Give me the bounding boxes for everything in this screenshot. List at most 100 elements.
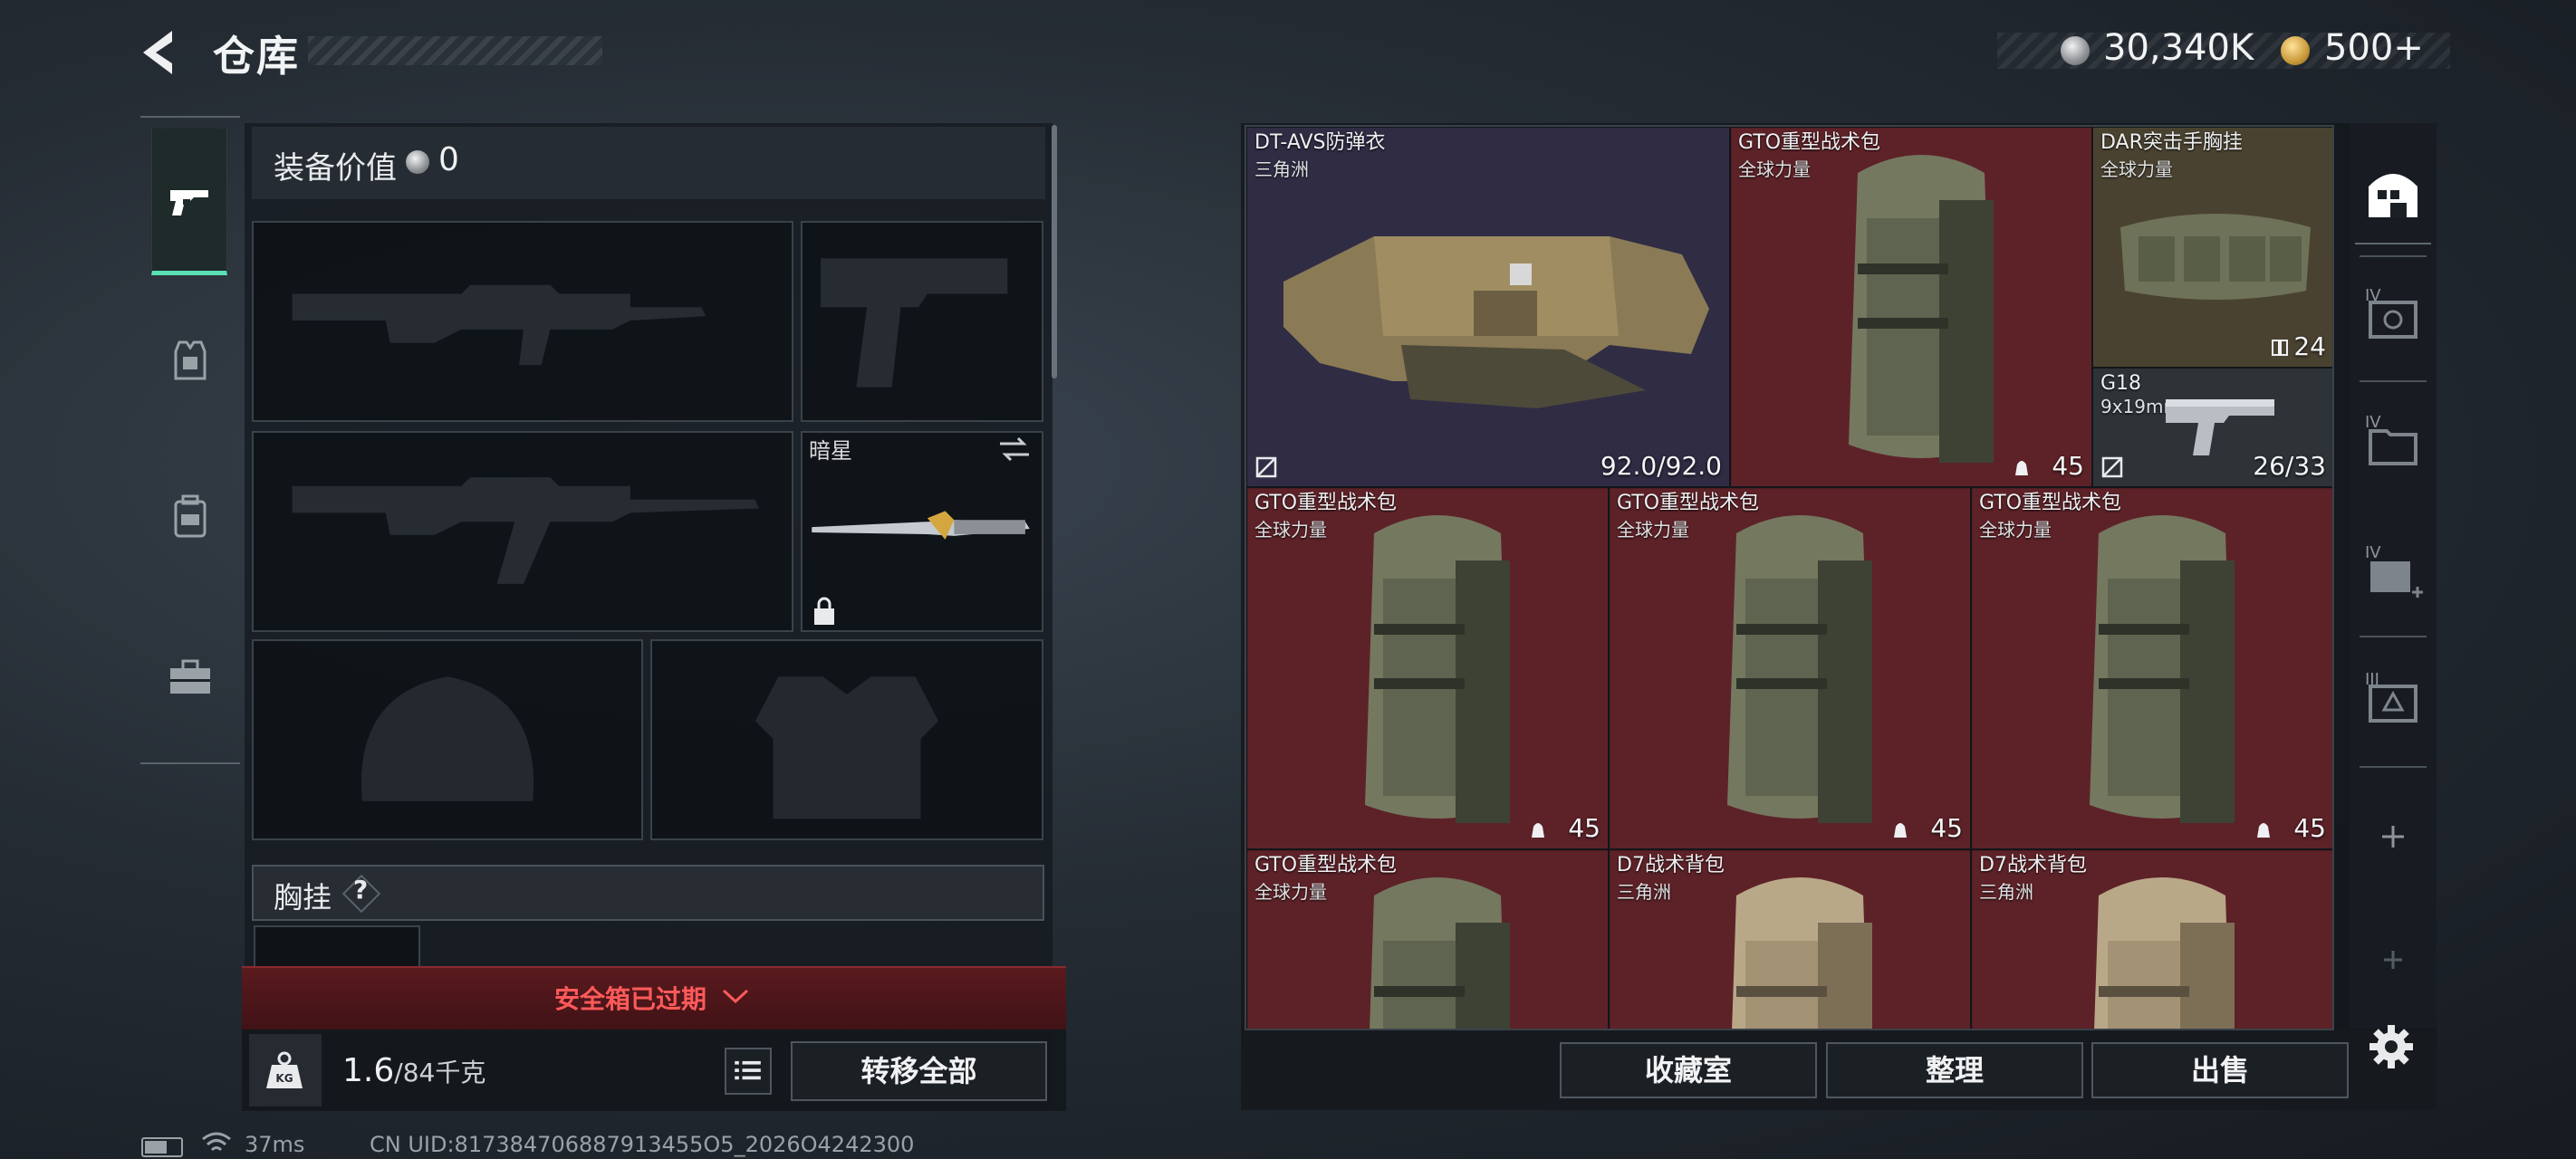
case-add-icon bbox=[2370, 561, 2423, 598]
melee-name: 暗星 bbox=[809, 438, 852, 464]
chest-rig-slot[interactable] bbox=[254, 925, 420, 967]
item-capacity: 24 bbox=[2293, 331, 2326, 361]
chevron-down-icon[interactable] bbox=[720, 985, 751, 1007]
case-icon bbox=[2369, 429, 2417, 465]
back-arrow-icon[interactable] bbox=[136, 27, 185, 78]
storage-item[interactable]: DT-AVS防弹衣 三角洲 92.0/92.0 bbox=[1246, 127, 1730, 487]
backpack-icon bbox=[1370, 877, 1510, 1029]
item-subtitle: 全球力量 bbox=[1254, 519, 1327, 541]
gear-icon[interactable] bbox=[2366, 1021, 2417, 1072]
primary-weapon-slot[interactable] bbox=[252, 221, 793, 422]
storage-item[interactable]: D7战术背包 三角洲 bbox=[1971, 849, 2332, 1029]
item-name: G18 bbox=[2100, 372, 2142, 395]
equipment-scrollbar[interactable] bbox=[1052, 125, 1057, 378]
backpack-icon bbox=[2090, 515, 2235, 823]
silver-coin-icon bbox=[406, 150, 429, 174]
backpack-icon bbox=[1365, 515, 1510, 823]
storage-item[interactable]: D7战术背包 三角洲 bbox=[1609, 849, 1971, 1029]
item-subtitle: 全球力量 bbox=[1738, 158, 1811, 180]
case-icon bbox=[2369, 685, 2417, 723]
divider bbox=[2360, 766, 2427, 768]
case-iv-plus-icon[interactable]: IV bbox=[2360, 540, 2427, 607]
storage-item[interactable]: GTO重型战术包 全球力量 bbox=[1246, 849, 1609, 1029]
repair-icon bbox=[1255, 456, 1277, 478]
item-subtitle: 三角洲 bbox=[1254, 158, 1309, 180]
tab-armor[interactable] bbox=[163, 333, 217, 388]
rifle-silhouette-icon bbox=[292, 477, 760, 584]
help-mark: ? bbox=[353, 875, 369, 905]
weight-current: 1.6 bbox=[342, 1052, 395, 1089]
helmet-slot[interactable] bbox=[252, 639, 643, 840]
divider bbox=[2360, 636, 2427, 637]
ping-text: 37ms bbox=[245, 1132, 305, 1157]
wifi-icon bbox=[202, 1132, 231, 1152]
lock-icon bbox=[814, 597, 834, 625]
item-capacity: 45 bbox=[2052, 451, 2084, 481]
tab-toolbox[interactable] bbox=[163, 650, 217, 704]
sidearm-slot[interactable] bbox=[801, 221, 1043, 422]
storage-item[interactable]: G18 9x19mm 26/33 bbox=[2092, 368, 2332, 487]
svg-text:KG: KG bbox=[275, 1072, 293, 1085]
item-subtitle: 全球力量 bbox=[1254, 881, 1327, 903]
rifle-silhouette-icon bbox=[292, 284, 706, 366]
capacity-icon bbox=[2257, 823, 2270, 838]
uid-text: CN UID:817384706887913455O5_2026O4242300 bbox=[370, 1132, 915, 1157]
tactical-backpack-icon bbox=[1732, 877, 1872, 1029]
weight-max: /84千克 bbox=[394, 1058, 486, 1087]
title-decoration bbox=[308, 36, 602, 65]
grid-capacity-icon bbox=[2272, 340, 2288, 356]
organize-button[interactable]: 整理 bbox=[1826, 1042, 2083, 1098]
chest-rig-label: 胸挂 bbox=[274, 880, 332, 915]
body-armor-slot[interactable] bbox=[650, 639, 1043, 840]
body-armor-icon bbox=[1283, 236, 1709, 408]
safebox-iv-icon[interactable]: IV bbox=[2360, 283, 2427, 350]
storage-item[interactable]: DAR突击手胸挂 全球力量 24 bbox=[2092, 127, 2332, 368]
item-name: DT-AVS防弹衣 bbox=[1254, 131, 1386, 154]
weight-icon: KG bbox=[266, 1051, 303, 1088]
weight-readout: 1.6/84千克 bbox=[342, 1052, 485, 1089]
storage-item[interactable]: GTO重型战术包 全球力量 45 bbox=[1971, 487, 2332, 849]
item-ammo: 26/33 bbox=[2253, 451, 2326, 481]
currency-gold[interactable]: 500+ bbox=[2324, 27, 2424, 69]
backpack-icon bbox=[1849, 155, 1994, 463]
case-iv-icon[interactable]: IV bbox=[2360, 409, 2427, 476]
page-title: 仓库 bbox=[213, 32, 300, 81]
case-iii-icon[interactable]: III bbox=[2360, 666, 2427, 733]
pistol-icon bbox=[170, 190, 208, 216]
secondary-weapon-slot[interactable] bbox=[252, 431, 793, 632]
item-subtitle: 三角洲 bbox=[1617, 881, 1671, 903]
pistol-icon bbox=[2166, 399, 2274, 455]
equipment-value: 0 bbox=[438, 141, 459, 178]
chest-rig-icon bbox=[2120, 214, 2311, 300]
storage-item[interactable]: GTO重型战术包 全球力量 45 bbox=[1609, 487, 1971, 849]
repair-icon bbox=[2101, 456, 2123, 478]
helmet-silhouette-icon bbox=[360, 676, 534, 801]
storage-home-icon bbox=[2369, 174, 2417, 217]
pistol-silhouette-icon bbox=[821, 258, 1008, 388]
add-icon[interactable] bbox=[2377, 943, 2409, 976]
storage-grid: DT-AVS防弹衣 三角洲 92.0/92.0 GTO重型战术包 全球力量 45… bbox=[1245, 125, 2334, 1030]
backpack-icon bbox=[1727, 515, 1872, 823]
gold-coin-icon bbox=[2281, 36, 2310, 65]
storage-item[interactable]: GTO重型战术包 全球力量 45 bbox=[1246, 487, 1609, 849]
tab-backpack[interactable] bbox=[163, 489, 217, 543]
item-subtitle: 全球力量 bbox=[1617, 519, 1689, 541]
currency-silver[interactable]: 30,340K bbox=[2103, 27, 2254, 69]
sell-button[interactable]: 出售 bbox=[2091, 1042, 2349, 1098]
collection-room-button[interactable]: 收藏室 bbox=[1560, 1042, 1817, 1098]
swap-icon[interactable] bbox=[996, 435, 1033, 464]
capacity-icon bbox=[1532, 823, 1544, 838]
item-capacity: 45 bbox=[2293, 813, 2326, 843]
item-capacity: 45 bbox=[1568, 813, 1600, 843]
item-capacity: 45 bbox=[1930, 813, 1963, 843]
item-subtitle: 全球力量 bbox=[2100, 158, 2173, 180]
add-icon[interactable] bbox=[2371, 815, 2415, 858]
item-subtitle: 全球力量 bbox=[1979, 519, 2052, 541]
capacity-icon bbox=[1894, 823, 1907, 838]
equipment-value-label: 装备价值 bbox=[274, 150, 397, 187]
list-view-button[interactable] bbox=[725, 1048, 772, 1095]
tactical-backpack-icon bbox=[2094, 877, 2235, 1029]
safebox-expired-text: 安全箱已过期 bbox=[554, 984, 707, 1014]
storage-item[interactable]: GTO重型战术包 全球力量 45 bbox=[1730, 127, 2092, 487]
transfer-all-button[interactable]: 转移全部 bbox=[791, 1041, 1047, 1101]
